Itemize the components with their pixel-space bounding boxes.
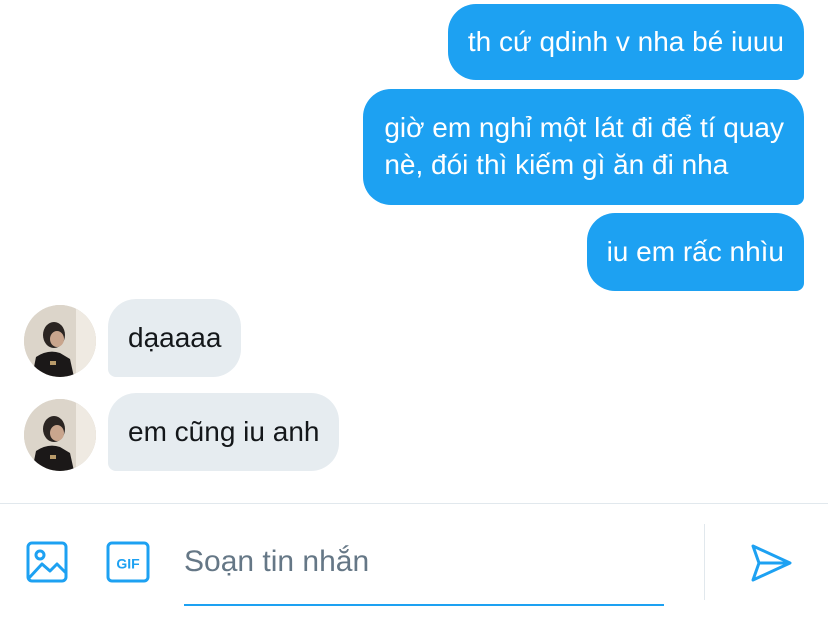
gif-label: GIF	[116, 556, 140, 572]
gif-button[interactable]: GIF	[106, 540, 150, 584]
composer-separator	[704, 524, 705, 600]
outgoing-message[interactable]: giờ em nghỉ một lát đi để tí quay nè, đó…	[363, 89, 804, 205]
incoming-message[interactable]: dạaaaa	[108, 299, 242, 377]
avatar-photo	[24, 305, 96, 377]
message-input[interactable]: Soạn tin nhắn	[184, 540, 664, 606]
outgoing-message[interactable]: th cứ qdinh v nha bé iuuu	[447, 4, 804, 80]
message-input-placeholder: Soạn tin nhắn	[184, 545, 370, 578]
send-button[interactable]	[748, 540, 794, 586]
message-text: dạaaaa	[128, 322, 222, 353]
message-text-line: giờ em nghỉ một lát đi để tí quay	[384, 112, 784, 143]
composer: GIF Soạn tin nhắn	[0, 504, 828, 620]
avatar-photo	[24, 399, 96, 471]
send-icon	[751, 544, 792, 582]
incoming-message[interactable]: em cũng iu anh	[108, 393, 340, 471]
outgoing-message[interactable]: iu em rấc nhìu	[586, 213, 804, 291]
message-text: em cũng iu anh	[128, 416, 320, 447]
message-text: iu em rấc nhìu	[606, 236, 784, 267]
avatar[interactable]	[24, 399, 96, 471]
message-text-line: nè, đói thì kiếm gì ăn đi nha	[384, 149, 729, 180]
message-list: th cứ qdinh v nha bé iuuu giờ em nghỉ mộ…	[0, 0, 828, 503]
message-text: th cứ qdinh v nha bé iuuu	[467, 26, 784, 57]
image-button[interactable]	[26, 540, 70, 584]
gif-icon: GIF	[106, 541, 150, 583]
image-icon	[26, 541, 68, 583]
avatar[interactable]	[24, 305, 96, 377]
